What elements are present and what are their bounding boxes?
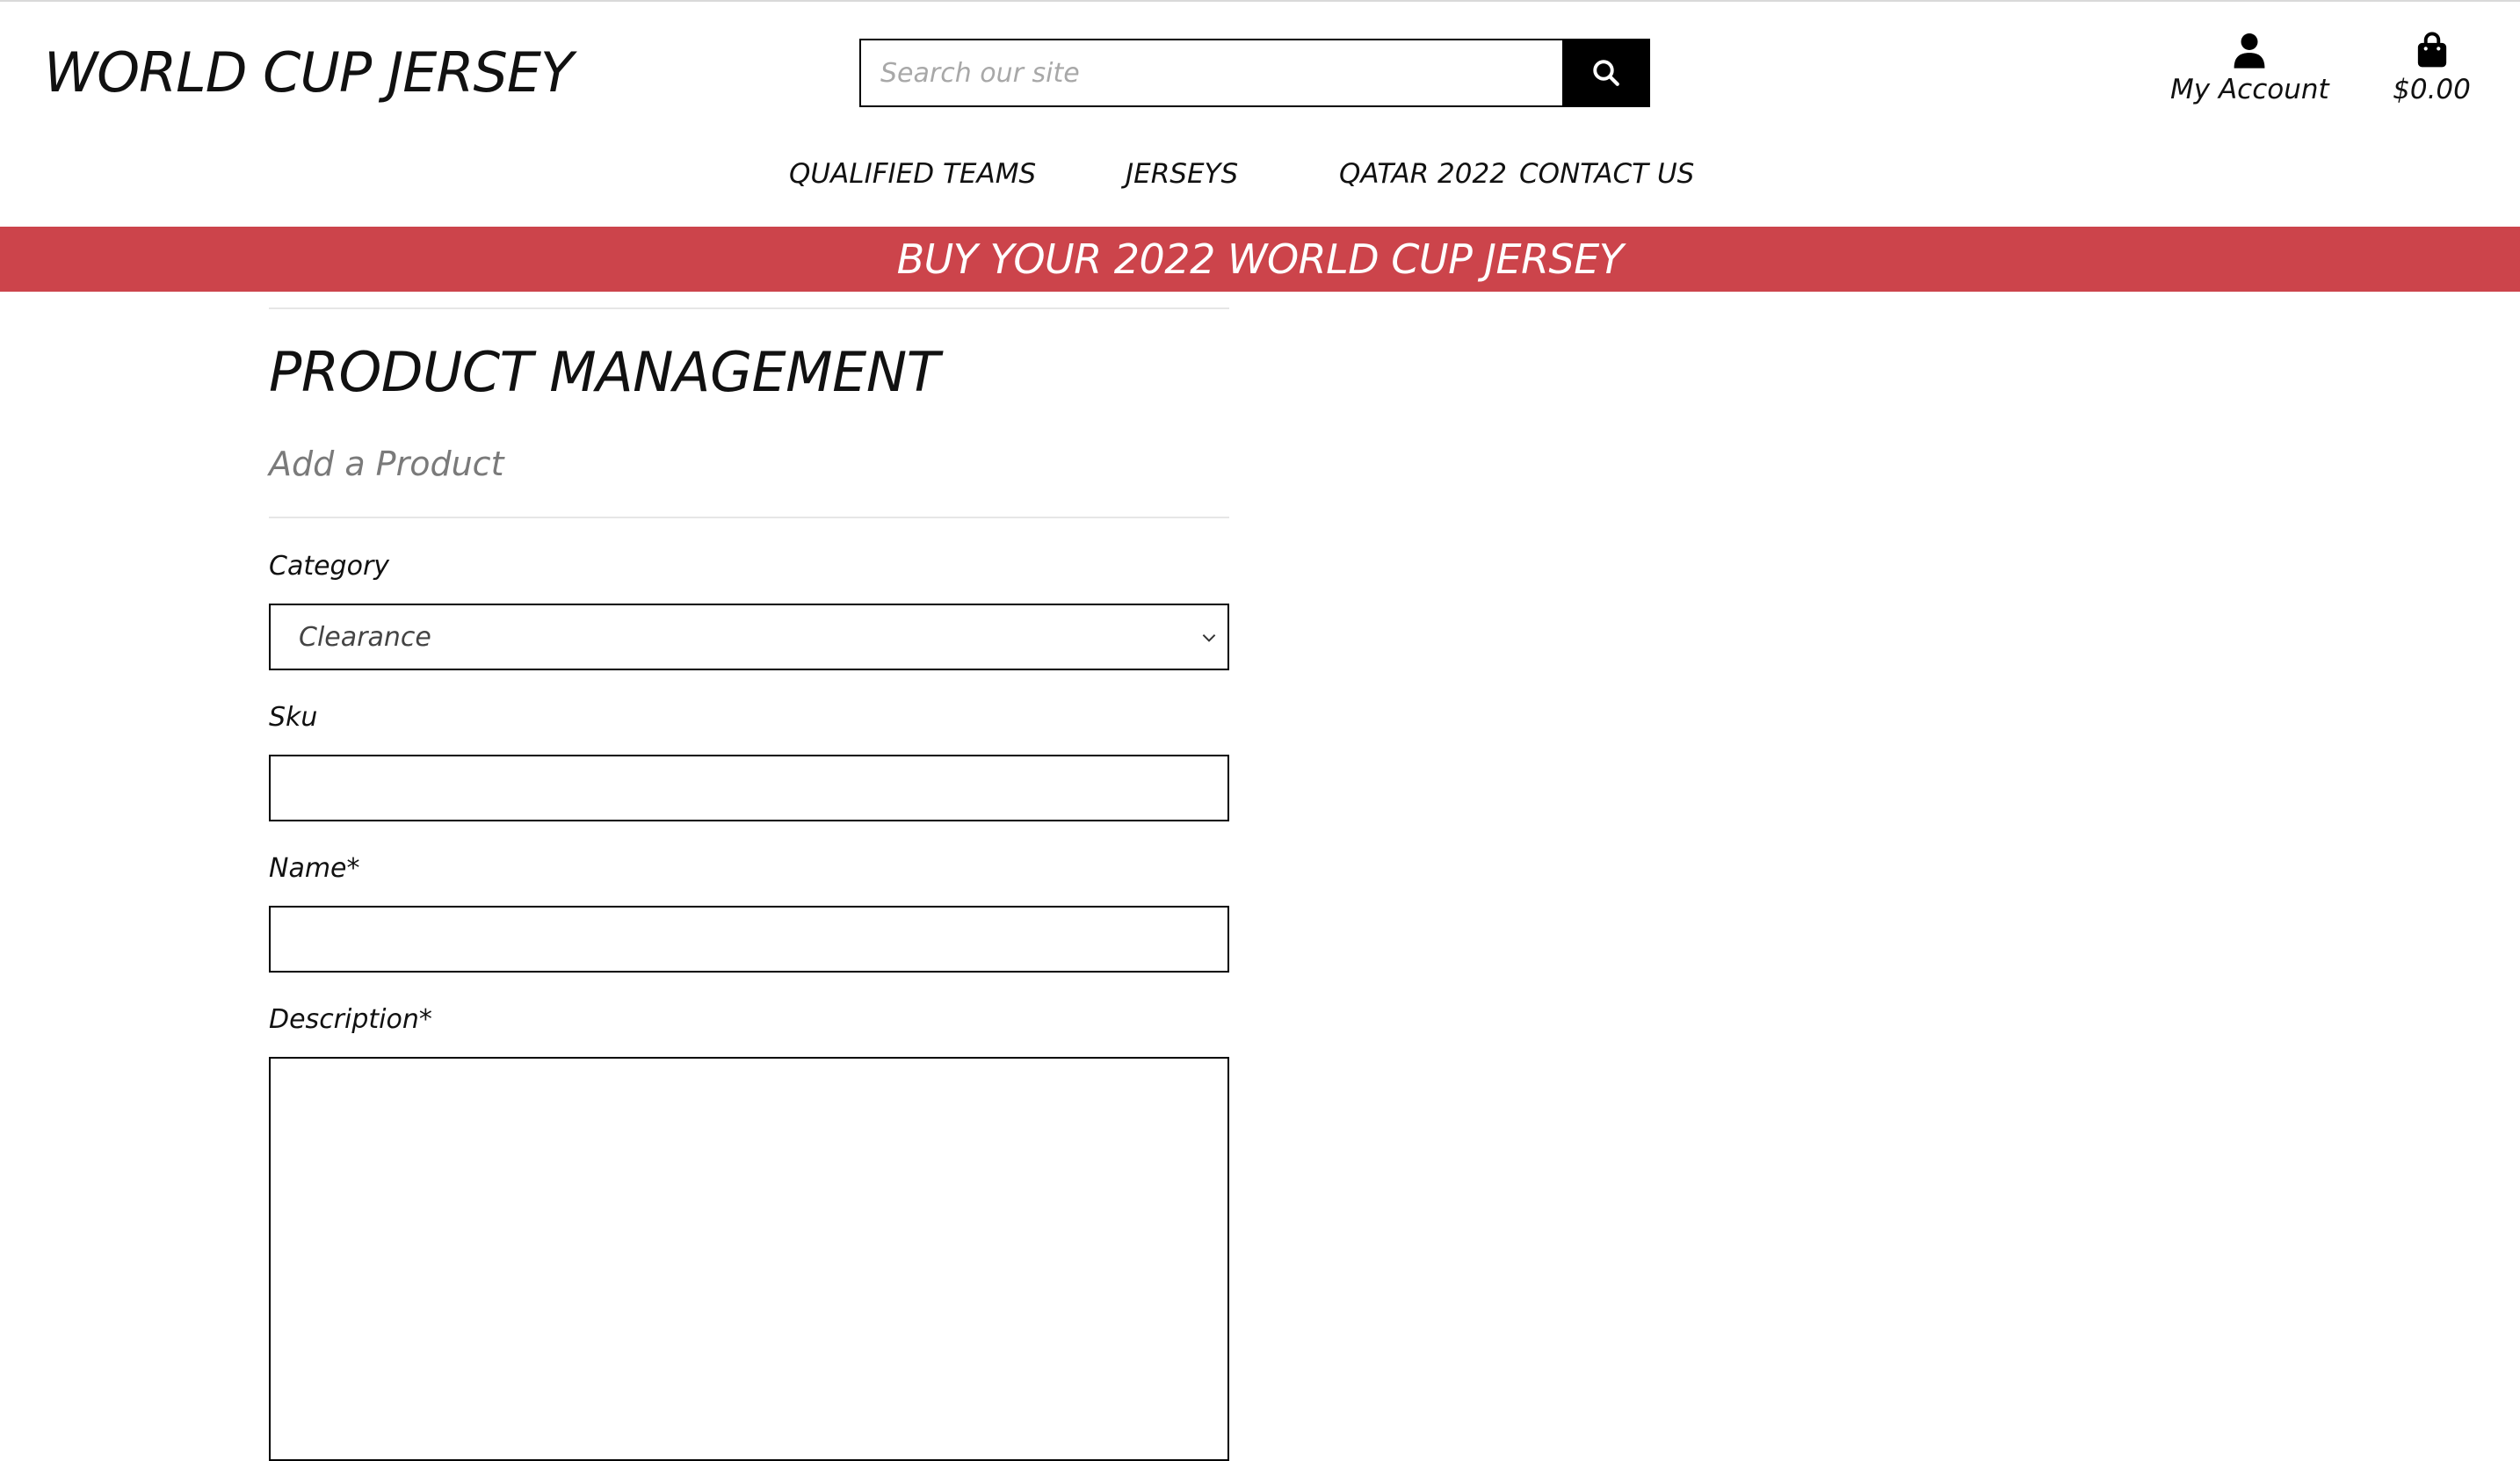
search-icon <box>1593 60 1619 86</box>
nav-contact-us[interactable]: CONTACT US <box>1519 158 1694 190</box>
category-selected-value: Clearance <box>299 621 431 653</box>
sku-label: Sku <box>269 702 318 733</box>
sku-input[interactable] <box>269 755 1229 821</box>
my-account-link[interactable]: My Account <box>2170 32 2329 105</box>
nav-qualified-teams[interactable]: QUALIFIED TEAMS <box>789 158 1036 190</box>
site-header: WORLD CUP JERSEY My Account $0.00 QUALIF… <box>0 2 2520 227</box>
name-input[interactable] <box>269 906 1229 973</box>
chevron-down-icon <box>1202 633 1216 642</box>
my-account-label: My Account <box>2170 74 2329 105</box>
site-brand-logo[interactable]: WORLD CUP JERSEY <box>44 40 574 105</box>
cart-total: $0.00 <box>2393 74 2471 105</box>
search-button[interactable] <box>1562 39 1650 107</box>
user-icon <box>2234 33 2265 69</box>
nav-qatar-2022[interactable]: QATAR 2022 <box>1339 158 1507 190</box>
shopping-bag-link[interactable]: $0.00 <box>2377 32 2487 105</box>
description-label: Description* <box>269 1004 432 1035</box>
category-select[interactable]: Clearance <box>269 604 1229 670</box>
page-subtitle: Add a Product <box>269 445 504 483</box>
divider <box>269 517 1229 518</box>
description-textarea[interactable] <box>269 1057 1229 1461</box>
divider <box>269 307 1229 309</box>
search-form <box>859 39 1650 107</box>
nav-jerseys[interactable]: JERSEYS <box>1126 158 1238 190</box>
category-label: Category <box>269 551 390 582</box>
promo-banner: BUY YOUR 2022 WORLD CUP JERSEY <box>0 227 2520 292</box>
shopping-bag-icon <box>2417 32 2446 68</box>
page-title: PRODUCT MANAGEMENT <box>269 340 940 404</box>
main-navigation: QUALIFIED TEAMS JERSEYS QATAR 2022 CONTA… <box>0 158 2520 202</box>
name-label: Name* <box>269 853 360 884</box>
search-input[interactable] <box>859 39 1562 107</box>
